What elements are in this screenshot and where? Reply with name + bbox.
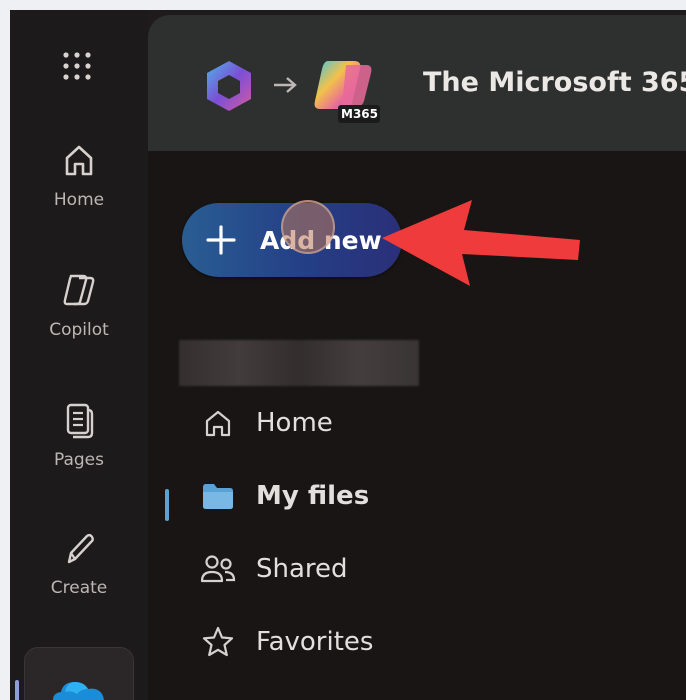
star-icon (202, 626, 234, 657)
page-title: The Microsoft 365 Co (423, 67, 686, 98)
nav-item-home[interactable]: Home (198, 399, 333, 447)
pages-icon (66, 403, 94, 439)
folder-icon (203, 484, 233, 509)
rail-item-label: Create (50, 578, 108, 598)
app-window: Home Copilot Pages Create M365 The Micro… (10, 10, 686, 700)
rail-item-create[interactable]: Create (10, 528, 148, 628)
nav-item-favorites[interactable]: Favorites (198, 618, 373, 666)
nav-item-label: Home (256, 408, 333, 438)
m365-badge: M365 (341, 107, 378, 121)
app-rail: Home Copilot Pages Create (10, 10, 148, 700)
rail-item-copilot[interactable]: Copilot (10, 270, 148, 370)
rail-active-indicator (15, 680, 19, 700)
annotation-arrow-icon (382, 200, 580, 286)
nav-item-label: My files (256, 481, 370, 511)
nav-item-label: Shared (256, 554, 348, 584)
nav-item-my-files[interactable]: My files (198, 472, 369, 520)
arrow-right-icon (274, 77, 297, 93)
copilot-icon (63, 274, 95, 306)
home-icon (65, 145, 93, 176)
rail-item-pages[interactable]: Pages (10, 400, 148, 500)
shared-icon (200, 555, 236, 583)
redacted-account-name (179, 340, 419, 386)
app-launcher-icon[interactable] (61, 50, 93, 82)
nav-item-label: Favorites (256, 627, 374, 657)
copilot-logo-old-icon (207, 61, 251, 111)
nav-item-shared[interactable]: Shared (198, 545, 348, 593)
onedrive-icon (53, 682, 104, 700)
rail-item-label: Pages (53, 450, 104, 470)
rail-item-onedrive[interactable] (24, 647, 134, 700)
click-indicator (281, 200, 335, 254)
create-icon (67, 534, 94, 564)
home-icon (205, 410, 231, 437)
header-bar: M365 The Microsoft 365 Co (148, 15, 686, 151)
nav-active-indicator (165, 489, 169, 521)
rail-item-label: Home (53, 190, 105, 210)
plus-icon (206, 225, 236, 255)
rail-item-home[interactable]: Home (10, 140, 148, 240)
rail-item-label: Copilot (49, 320, 109, 340)
